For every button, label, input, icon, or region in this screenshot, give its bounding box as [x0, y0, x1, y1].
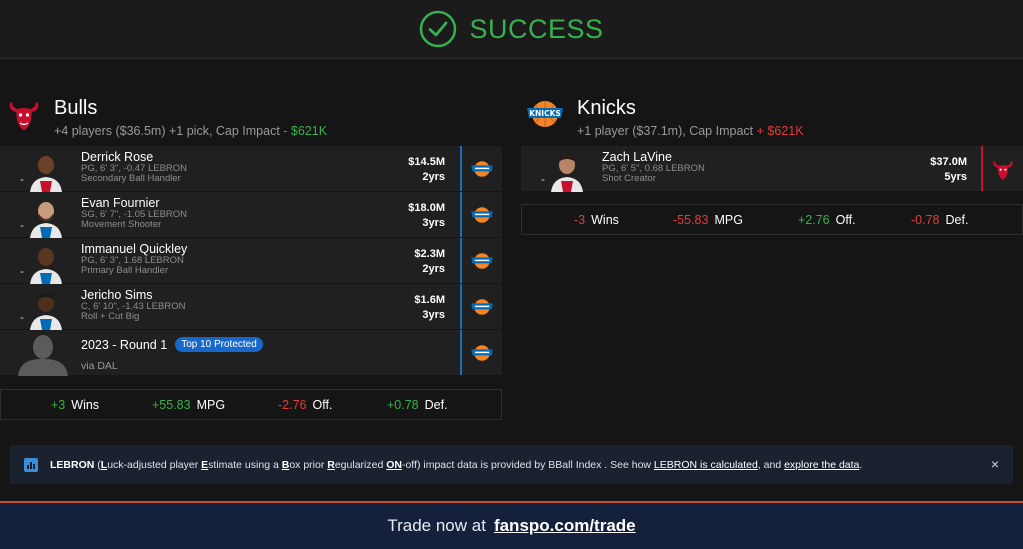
- trade-footer: Trade now at fanspo.com/trade: [0, 501, 1023, 549]
- player-contract: $37.0M 5yrs: [930, 156, 967, 183]
- placeholder-avatar: [18, 335, 68, 376]
- knicks-header: KNICKS Knicks +1 player ($37.1m), Cap Im…: [525, 96, 804, 138]
- player-role: Shot Creator: [602, 173, 656, 184]
- player-name: Jericho Sims: [81, 288, 153, 302]
- destination-team: [460, 146, 502, 191]
- player-role: Secondary Ball Handler: [81, 173, 181, 184]
- player-row[interactable]: - Zach LaVine PG, 6' 5", 0.68 LEBRON Sho…: [521, 146, 1023, 192]
- player-name: Evan Fournier: [81, 196, 160, 210]
- player-role: Movement Shooter: [81, 219, 162, 230]
- pick-title: 2023 - Round 1: [81, 337, 168, 352]
- player-role: Roll + Cut Big: [81, 311, 140, 322]
- success-header: SUCCESS: [0, 0, 1023, 59]
- bulls-cap-impact: - $621K: [283, 124, 328, 138]
- player-name: Immanuel Quickley: [81, 242, 188, 256]
- player-contract: $2.3M 2yrs: [414, 248, 445, 275]
- player-name: Derrick Rose: [81, 150, 154, 164]
- pick-via: via DAL: [81, 360, 118, 372]
- player-row[interactable]: - Derrick Rose PG, 6' 3", -0.47 LEBRON S…: [0, 146, 502, 192]
- player-row[interactable]: - Evan Fournier SG, 6' 7", -1.05 LEBRON …: [0, 192, 502, 238]
- knicks-logo-icon: [471, 252, 493, 269]
- knicks-logo-icon: [471, 344, 493, 361]
- knicks-logo-icon: [471, 206, 493, 223]
- player-avatar: [30, 293, 62, 330]
- player-contract: $18.0M 3yrs: [408, 202, 445, 229]
- pick-protection-badge: Top 10 Protected: [175, 337, 263, 352]
- knicks-outgoing-list: - Zach LaVine PG, 6' 5", 0.68 LEBRON Sho…: [521, 146, 1023, 192]
- lebron-calculated-link[interactable]: LEBRON is calculated: [654, 459, 758, 471]
- knicks-cap-impact: + $621K: [756, 124, 804, 138]
- player-row[interactable]: - Immanuel Quickley PG, 6' 3", 1.68 LEBR…: [0, 238, 502, 284]
- lebron-info-banner: LEBRON (Luck-adjusted player Estimate us…: [10, 445, 1013, 484]
- player-avatar: [30, 156, 62, 192]
- stat-off: -2.76 Off.: [278, 397, 333, 412]
- team-name-knicks: Knicks: [577, 97, 636, 119]
- destination-team: [460, 238, 502, 283]
- stat-wins: +3 Wins: [51, 397, 100, 412]
- lebron-info-text: LEBRON (Luck-adjusted player Estimate us…: [50, 458, 863, 471]
- player-contract: $1.6M 3yrs: [414, 294, 445, 321]
- bulls-logo-icon: [993, 160, 1013, 180]
- player-role: Primary Ball Handler: [81, 265, 169, 276]
- bulls-header: Bulls +4 players ($36.5m) +1 pick, Cap I…: [6, 96, 327, 138]
- destination-team: [460, 192, 502, 237]
- knicks-summary: +1 player ($37.1m), Cap Impact + $621K: [577, 124, 804, 138]
- bulls-impact-stats: +3 Wins +55.83 MPG -2.76 Off. +0.78 Def.: [0, 389, 502, 420]
- bulls-outgoing-list: - Derrick Rose PG, 6' 3", -0.47 LEBRON S…: [0, 146, 502, 376]
- stat-off: +2.76 Off.: [798, 212, 856, 227]
- team-name-bulls: Bulls: [54, 97, 98, 119]
- fanspo-trade-link[interactable]: fanspo.com/trade: [494, 516, 636, 536]
- stat-def: -0.78 Def.: [911, 212, 969, 227]
- knicks-impact-stats: -3 Wins -55.83 MPG +2.76 Off. -0.78 Def.: [521, 204, 1023, 235]
- svg-text:KNICKS: KNICKS: [529, 109, 561, 118]
- success-title: SUCCESS: [469, 13, 604, 44]
- stat-def: +0.78 Def.: [387, 397, 448, 412]
- player-row[interactable]: - Jericho Sims C, 6' 10", -1.43 LEBRON R…: [0, 284, 502, 330]
- player-name: Zach LaVine: [602, 150, 672, 164]
- player-avatar: [551, 156, 583, 192]
- destination-team: [981, 146, 1023, 191]
- knicks-logo-icon: [471, 298, 493, 315]
- check-circle-icon: [420, 10, 457, 48]
- bulls-logo-icon: [9, 102, 39, 130]
- footer-text: Trade now at: [387, 516, 486, 535]
- destination-team: [460, 330, 502, 375]
- destination-team: [460, 284, 502, 329]
- explore-data-link[interactable]: explore the data: [784, 459, 859, 471]
- player-avatar: [30, 248, 62, 284]
- bar-chart-icon: [24, 457, 38, 472]
- stat-wins: -3 Wins: [574, 212, 619, 227]
- bulls-summary: +4 players ($36.5m) +1 pick, Cap Impact …: [54, 124, 328, 138]
- player-contract: $14.5M 2yrs: [408, 156, 445, 183]
- stat-mpg: +55.83 MPG: [152, 397, 226, 412]
- stat-mpg: -55.83 MPG: [673, 212, 743, 227]
- knicks-logo-icon: KNICKS: [527, 101, 563, 127]
- knicks-logo-icon: [471, 160, 493, 177]
- close-icon[interactable]: ×: [991, 456, 999, 472]
- player-avatar: [30, 202, 62, 238]
- draft-pick-row[interactable]: 2023 - Round 1 Top 10 Protected via DAL: [0, 330, 502, 376]
